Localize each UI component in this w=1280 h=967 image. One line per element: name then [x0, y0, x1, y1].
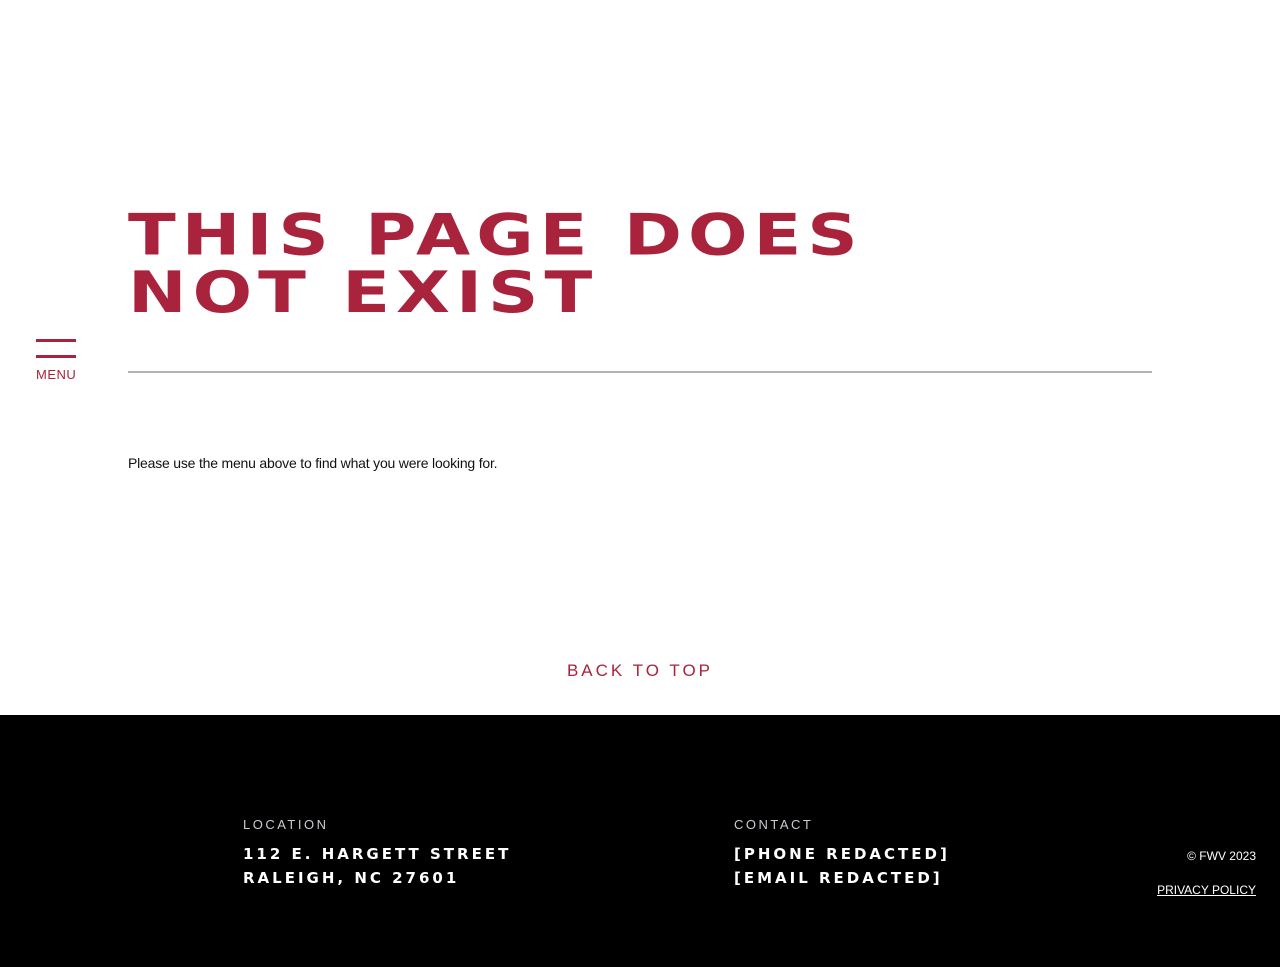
- address-line-2: RALEIGH, NC 27601: [243, 869, 460, 887]
- hamburger-icon[interactable]: [36, 339, 76, 359]
- address-line-1: 112 E. HARGETT STREET: [243, 845, 512, 863]
- phone-link[interactable]: [PHONE REDACTED]: [734, 842, 950, 866]
- menu-toggle-button[interactable]: MENU: [36, 339, 76, 387]
- site-footer: LOCATION 112 E. HARGETT STREET RALEIGH, …: [0, 715, 1280, 967]
- back-to-top-link[interactable]: BACK TO TOP: [0, 661, 1280, 681]
- title-divider: [128, 371, 1152, 373]
- privacy-policy-link[interactable]: PRIVACY POLICY: [1157, 883, 1256, 897]
- hamburger-line-bottom: [36, 355, 76, 358]
- email-link[interactable]: [EMAIL REDACTED]: [734, 866, 950, 890]
- footer-contact: CONTACT [PHONE REDACTED] [EMAIL REDACTED…: [734, 817, 950, 890]
- footer-location: LOCATION 112 E. HARGETT STREET RALEIGH, …: [243, 817, 511, 890]
- contact-heading: CONTACT: [734, 817, 814, 832]
- not-found-message: Please use the menu above to find what y…: [128, 455, 498, 471]
- hamburger-line-top: [36, 339, 76, 342]
- location-heading: LOCATION: [243, 817, 329, 832]
- menu-label[interactable]: MENU: [36, 368, 76, 382]
- page-title-line-2: NOT EXIST: [128, 258, 599, 326]
- page-title-line-1: THIS PAGE DOES: [128, 201, 864, 269]
- copyright-text: © FWV 2023: [1187, 849, 1256, 863]
- page-title: THIS PAGE DOES NOT EXIST: [128, 206, 1168, 321]
